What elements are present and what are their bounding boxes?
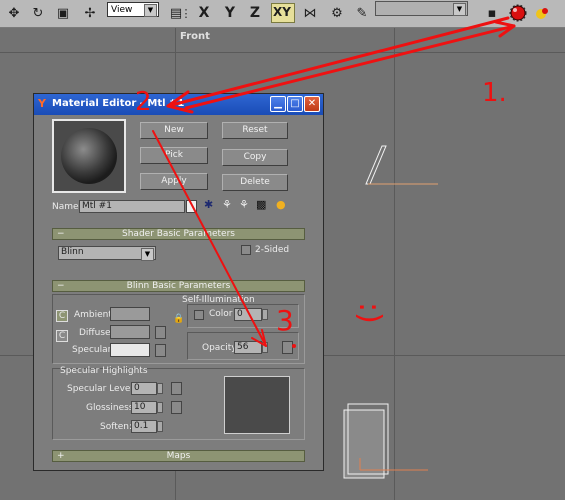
annotation-step-1: 1. bbox=[482, 78, 507, 108]
annotation-step-3: 3 bbox=[276, 304, 294, 337]
annotation-arrow-1b bbox=[184, 24, 516, 110]
annotation-overlay: 1. 2 3 :) bbox=[135, 16, 516, 348]
annotation-arrow-2 bbox=[152, 130, 267, 347]
annotation-dot bbox=[292, 344, 296, 348]
annotation-arrow-1 bbox=[166, 16, 510, 108]
annotation-smiley: :) bbox=[352, 302, 387, 324]
annotation-step-2: 2 bbox=[135, 87, 152, 117]
